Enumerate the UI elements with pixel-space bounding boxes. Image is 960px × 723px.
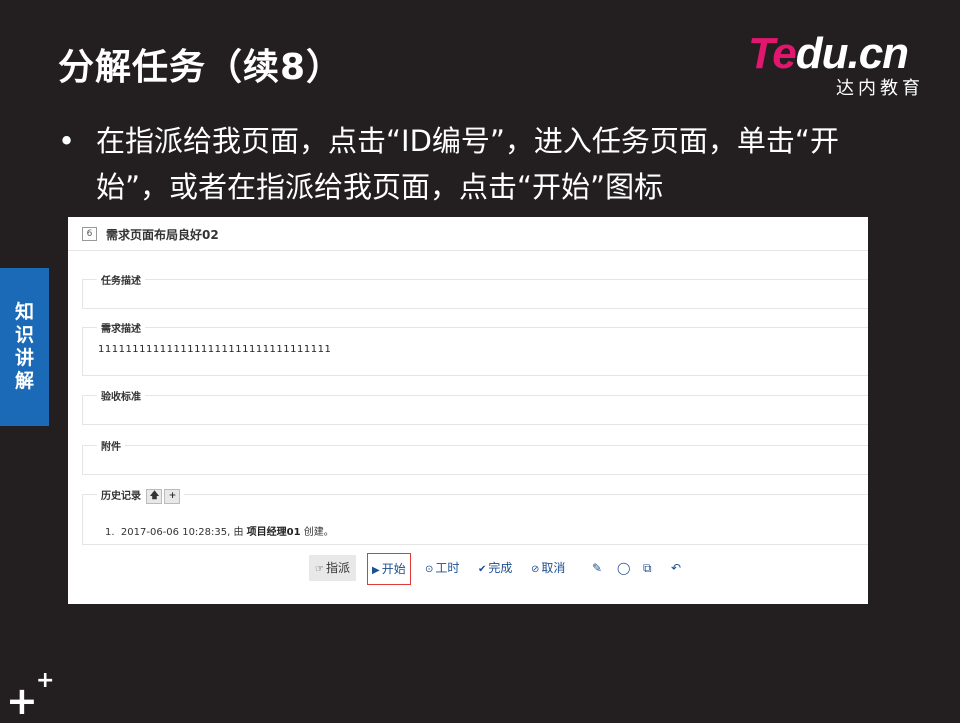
section-label: 验收标准 [97, 388, 145, 403]
assign-button[interactable]: ☞ 指派 [309, 555, 356, 581]
side-tab-char: 讲 [14, 347, 34, 369]
clock-icon: ⊙ [425, 564, 434, 575]
bullet-text: 在指派给我页面，点击“ID编号”，进入任务页面，单击“开始”，或者在指派给我页面… [96, 124, 839, 204]
ban-icon: ⊘ [531, 564, 540, 575]
assign-label: 指派 [325, 561, 350, 575]
section-history: 历史记录 🡅 + 1. 2017-06-06 10:28:35, 由 项目经理01… [82, 487, 868, 545]
section-attachments: 附件 [82, 438, 868, 475]
history-index: 1. [105, 527, 115, 538]
hours-button[interactable]: ⊙ 工时 [425, 555, 459, 581]
logo-part-b: du.cn [795, 29, 909, 78]
section-label: 任务描述 [97, 272, 145, 287]
finish-label: 完成 [488, 561, 513, 575]
history-user: 项目经理01 [246, 527, 301, 538]
side-tab-char: 解 [14, 370, 34, 392]
play-icon: ▶ [372, 565, 380, 576]
comment-icon[interactable]: ◯ [617, 555, 630, 581]
arrow-up-icon[interactable]: 🡅 [146, 488, 163, 504]
plus-icon[interactable]: + [164, 488, 181, 504]
history-label-wrap: 历史记录 🡅 + [97, 487, 185, 504]
logo-subtitle: 达内教育 [836, 78, 924, 99]
hours-label: 工时 [435, 561, 460, 575]
task-header: 6 需求页面布局良好02 [68, 217, 868, 251]
cancel-button[interactable]: ⊘ 取消 [531, 555, 565, 581]
history-time: 2017-06-06 10:28:35, 由 [120, 527, 244, 538]
logo-part-a: Te [748, 29, 797, 78]
section-acceptance: 验收标准 [82, 388, 868, 425]
thumbs-up-icon: ☞ [315, 564, 324, 575]
section-label: 需求描述 [97, 320, 145, 335]
plus-decoration-icon: + + [6, 668, 55, 723]
side-tab-knowledge: 知 识 讲 解 [0, 268, 49, 426]
bullet-dot: • [58, 124, 76, 158]
side-tab-char: 知 [14, 301, 34, 323]
task-id-badge: 6 [82, 227, 97, 241]
section-task-desc: 任务描述 [82, 272, 868, 309]
start-button[interactable]: ▶ 开始 [367, 553, 411, 585]
tedu-logo: Tedu.cn 达内教育 [748, 30, 938, 100]
slide-title: 分解任务（续8） [58, 47, 344, 88]
history-item: 1. 2017-06-06 10:28:35, 由 项目经理01 创建。 [105, 523, 334, 538]
history-label: 历史记录 [101, 491, 141, 502]
start-label: 开始 [381, 562, 406, 576]
finish-button[interactable]: ✔ 完成 [478, 555, 512, 581]
history-action: 创建。 [303, 527, 334, 538]
back-icon[interactable]: ↶ [671, 555, 681, 581]
pencil-icon[interactable]: ✎ [592, 555, 602, 581]
task-screenshot: 6 需求页面布局良好02 任务描述 需求描述 11111111111111111… [68, 217, 868, 604]
cancel-label: 取消 [541, 561, 566, 575]
task-name: 需求页面布局良好02 [106, 228, 219, 242]
check-circle-icon: ✔ [478, 564, 487, 575]
copy-icon[interactable]: ⧉ [643, 555, 652, 581]
section-body: 1111111111111111111111111111111111 [98, 344, 332, 355]
section-label: 附件 [97, 438, 125, 453]
side-tab-char: 识 [14, 324, 34, 346]
section-requirement-desc: 需求描述 1111111111111111111111111111111111 [82, 320, 868, 376]
